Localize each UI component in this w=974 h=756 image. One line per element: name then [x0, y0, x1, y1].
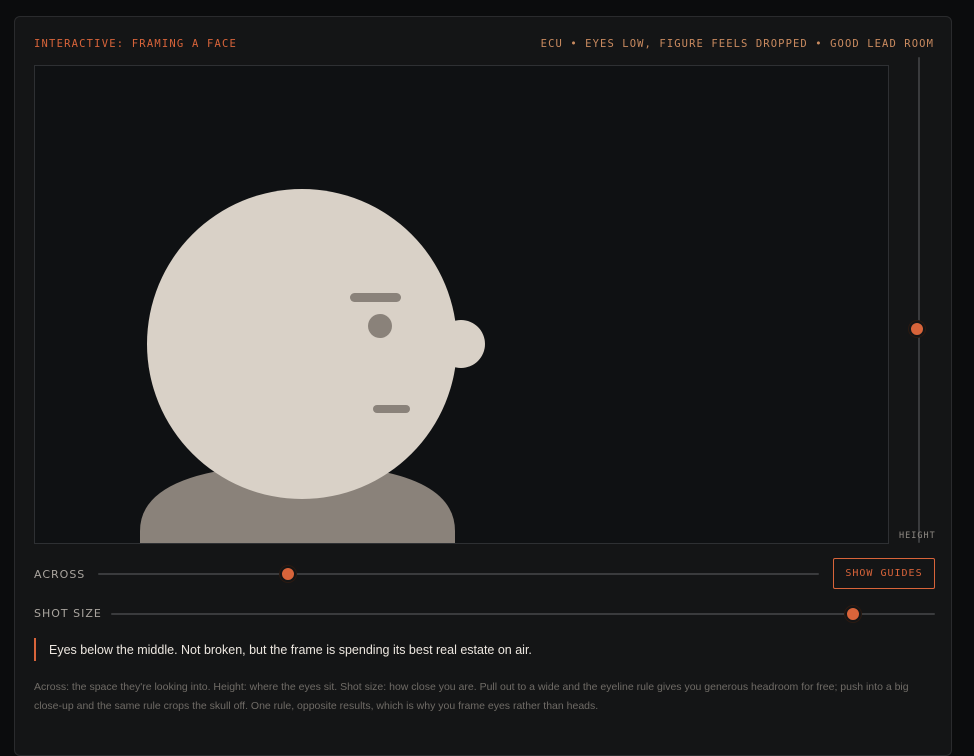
framing-panel: INTERACTIVE: FRAMING A FACE ECU • EYES L…: [14, 16, 952, 756]
show-guides-button[interactable]: SHOW GUIDES: [833, 558, 935, 589]
across-slider-label: ACROSS: [34, 568, 86, 581]
height-slider-label: HEIGHT: [899, 531, 936, 541]
across-slider-thumb[interactable]: [280, 566, 296, 582]
height-slider-track[interactable]: [918, 57, 920, 543]
shot-size-slider-thumb[interactable]: [845, 606, 861, 622]
callout-text: Eyes below the middle. Not broken, but t…: [49, 642, 532, 657]
head: [147, 189, 457, 499]
framing-description: Across: the space they're looking into. …: [34, 681, 909, 712]
shot-size-slider-label: SHOT SIZE: [34, 607, 102, 620]
panel-title: INTERACTIVE: FRAMING A FACE: [34, 38, 238, 50]
framing-status: ECU • EYES LOW, FIGURE FEELS DROPPED • G…: [540, 38, 934, 50]
face-illustration: [140, 189, 485, 543]
height-slider-thumb[interactable]: [909, 321, 925, 337]
eye: [368, 314, 392, 338]
camera-frame: [34, 65, 889, 544]
framing-callout: Eyes below the middle. Not broken, but t…: [34, 638, 532, 661]
shot-size-slider-track[interactable]: [111, 613, 935, 615]
mouth: [373, 405, 410, 413]
eyebrow: [350, 293, 401, 302]
across-slider-track[interactable]: [98, 573, 819, 575]
